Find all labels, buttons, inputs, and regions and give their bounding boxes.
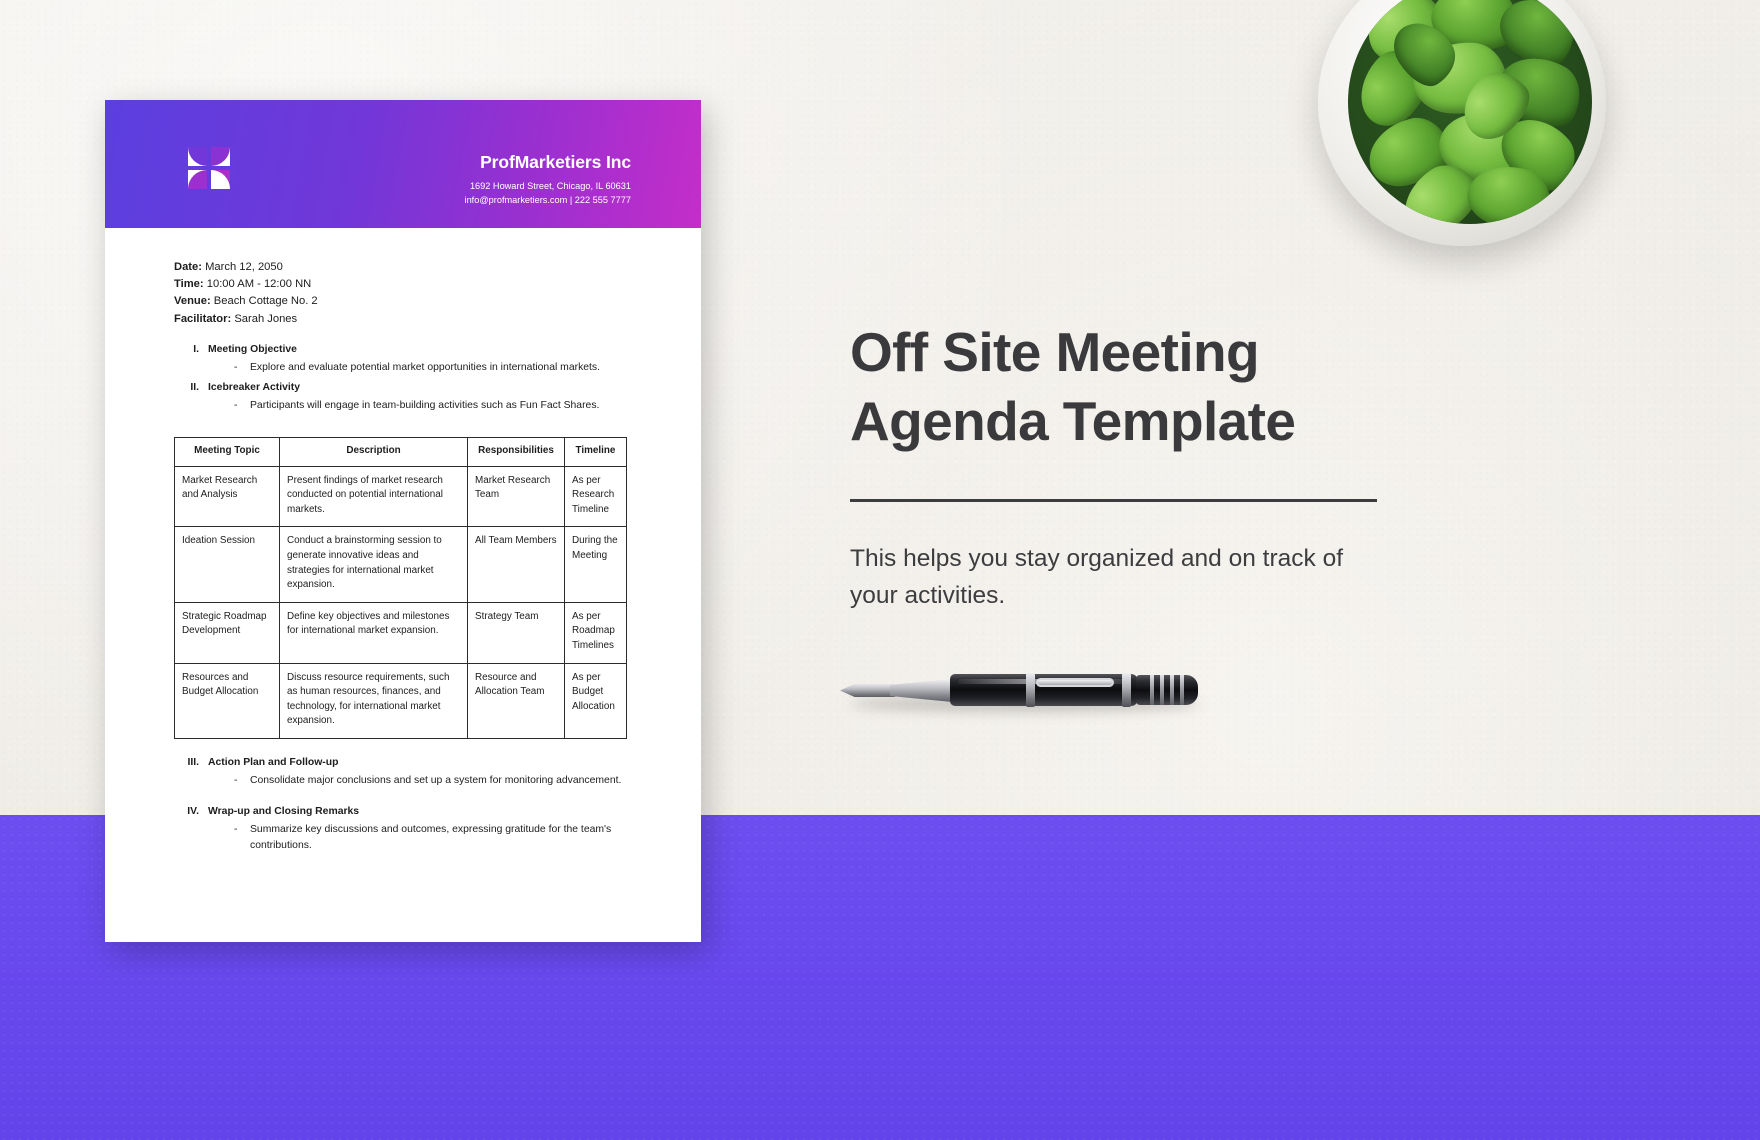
- column-header-description: Description: [279, 437, 468, 467]
- meta-label-time: Time:: [174, 278, 204, 291]
- cell-description: Conduct a brainstorming session to gener…: [279, 526, 468, 603]
- meta-row-venue: Venue: Beach Cottage No. 2: [174, 293, 633, 310]
- table-row: Resources and Budget Allocation Discuss …: [174, 662, 627, 739]
- meta-row-date: Date: March 12, 2050: [174, 259, 633, 276]
- document-header-banner: ProfMarketiers Inc 1692 Howard Street, C…: [105, 100, 701, 228]
- column-header-meeting-topic: Meeting Topic: [174, 437, 280, 467]
- pen-clip: [1036, 678, 1114, 687]
- promo-block: Off Site Meeting Agenda Template This he…: [850, 318, 1450, 614]
- section-numeral: II.: [190, 382, 199, 394]
- column-header-responsibilities: Responsibilities: [467, 437, 565, 467]
- ballpoint-pen: [840, 660, 1205, 716]
- section-numeral: IV.: [187, 805, 199, 817]
- pen-tip: [840, 684, 896, 697]
- cell-description: Present findings of market research cond…: [279, 465, 468, 528]
- section-title: Icebreaker Activity: [208, 382, 301, 394]
- cell-responsibilities: Strategy Team: [467, 601, 565, 664]
- section-title: Meeting Objective: [208, 343, 297, 355]
- bullet-dash: -: [234, 361, 238, 373]
- bullet-text: Consolidate major conclusions and set up…: [250, 774, 622, 786]
- cell-description: Discuss resource requirements, such as h…: [279, 662, 468, 739]
- meta-label-date: Date:: [174, 261, 202, 273]
- column-header-timeline: Timeline: [564, 437, 627, 467]
- agenda-section-icebreaker-activity: II. Icebreaker Activity - Participants w…: [174, 380, 633, 415]
- cell-timeline: As per Roadmap Timelines: [564, 601, 627, 664]
- promo-title-line-1: Off Site Meeting: [850, 321, 1260, 383]
- table-row: Market Research and Analysis Present fin…: [174, 465, 627, 528]
- promo-title: Off Site Meeting Agenda Template: [850, 318, 1450, 457]
- promo-divider: [850, 498, 1377, 502]
- cell-topic: Resources and Budget Allocation: [174, 662, 280, 739]
- promo-subtitle: This helps you stay organized and on tra…: [850, 544, 1344, 609]
- cell-timeline: As per Research Timeline: [564, 465, 627, 528]
- agenda-table: Meeting Topic Description Responsibiliti…: [174, 437, 627, 739]
- pen-ring: [1026, 673, 1035, 707]
- meeting-meta-block: Date: March 12, 2050 Time: 10:00 AM - 12…: [174, 259, 633, 328]
- bullet-dash: -: [234, 823, 238, 835]
- meta-label-venue: Venue:: [174, 295, 211, 308]
- bullet-text: Explore and evaluate potential market op…: [250, 361, 601, 373]
- section-title: Action Plan and Follow-up: [208, 756, 339, 768]
- cell-timeline: As per Budget Allocation: [564, 662, 627, 739]
- section-numeral: I.: [193, 343, 199, 355]
- agenda-section-meeting-objective: I. Meeting Objective - Explore and evalu…: [174, 342, 633, 377]
- section-bullet: - Summarize key discussions and outcomes…: [208, 822, 633, 855]
- cell-responsibilities: Resource and Allocation Team: [467, 662, 565, 739]
- company-name: ProfMarketiers Inc: [480, 152, 631, 172]
- agenda-section-wrap-up: IV. Wrap-up and Closing Remarks - Summar…: [174, 804, 633, 855]
- section-bullet: - Participants will engage in team-build…: [208, 398, 633, 415]
- pen-ring: [1122, 673, 1131, 707]
- cell-description: Define key objectives and milestones for…: [279, 601, 468, 664]
- bullet-dash: -: [234, 774, 238, 786]
- table-row: Strategic Roadmap Development Define key…: [174, 601, 627, 664]
- bullet-dash: -: [234, 400, 238, 412]
- profmarketiers-logo-icon: [186, 145, 232, 191]
- potted-basil-plant: [1310, 0, 1620, 258]
- cell-timeline: During the Meeting: [564, 526, 627, 603]
- cell-topic: Ideation Session: [174, 526, 280, 603]
- pen-end-ring: [1150, 675, 1154, 705]
- agenda-section-action-plan: III. Action Plan and Follow-up - Consoli…: [174, 755, 633, 790]
- agenda-document-preview[interactable]: ProfMarketiers Inc 1692 Howard Street, C…: [105, 100, 701, 942]
- section-title: Wrap-up and Closing Remarks: [208, 805, 360, 817]
- pen-end-ring: [1160, 675, 1164, 705]
- meta-value-time: 10:00 AM - 12:00 NN: [206, 278, 312, 291]
- table-header-row: Meeting Topic Description Responsibiliti…: [174, 437, 627, 467]
- agenda-sections-bottom: III. Action Plan and Follow-up - Consoli…: [174, 755, 633, 855]
- meta-value-date: March 12, 2050: [205, 261, 283, 273]
- cell-responsibilities: All Team Members: [467, 526, 565, 603]
- section-bullet: - Explore and evaluate potential market …: [208, 360, 633, 377]
- section-numeral: III.: [187, 756, 199, 768]
- company-address: 1692 Howard Street, Chicago, IL 60631: [469, 181, 631, 191]
- bullet-text: Summarize key discussions and outcomes, …: [250, 823, 612, 852]
- meta-value-venue: Beach Cottage No. 2: [213, 295, 318, 308]
- cell-responsibilities: Market Research Team: [467, 465, 565, 528]
- table-row: Ideation Session Conduct a brainstorming…: [174, 526, 627, 603]
- meta-value-facilitator: Sarah Jones: [234, 312, 298, 325]
- company-contact: info@profmarketiers.com | 222 555 7777: [464, 195, 631, 206]
- promo-title-line-2: Agenda Template: [850, 390, 1296, 453]
- cell-topic: Market Research and Analysis: [174, 465, 280, 528]
- cell-topic: Strategic Roadmap Development: [174, 601, 280, 664]
- meta-label-facilitator: Facilitator:: [174, 312, 232, 325]
- company-identity: ProfMarketiers Inc 1692 Howard Street, C…: [464, 152, 632, 208]
- bullet-text: Participants will engage in team-buildin…: [250, 400, 600, 412]
- pen-cap-end: [1136, 675, 1198, 705]
- plant-soil: [1348, 0, 1592, 224]
- document-body: Date: March 12, 2050 Time: 10:00 AM - 12…: [105, 228, 701, 855]
- pen-end-ring: [1170, 675, 1174, 705]
- section-bullet: - Consolidate major conclusions and set …: [208, 773, 633, 790]
- meta-row-time: Time: 10:00 AM - 12:00 NN: [174, 276, 633, 293]
- plant-pot: [1318, 0, 1606, 246]
- pen-end-ring: [1180, 675, 1184, 705]
- meta-row-facilitator: Facilitator: Sarah Jones: [174, 311, 633, 328]
